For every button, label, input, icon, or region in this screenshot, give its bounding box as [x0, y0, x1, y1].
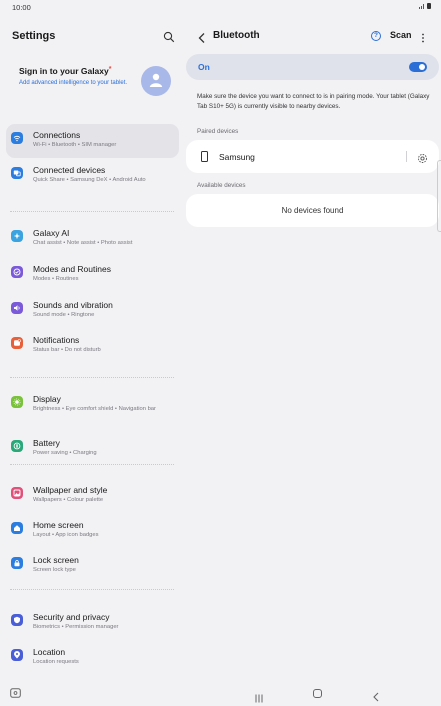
menu-item-subtitle: Modes • Routines: [33, 276, 79, 282]
settings-title: Settings: [12, 30, 56, 42]
lock-icon: [11, 557, 23, 569]
bluetooth-header: Bluetooth ? Scan: [185, 30, 441, 44]
back-arrow-icon[interactable]: [197, 31, 207, 43]
section-divider: [10, 589, 174, 590]
taskbar-apps-icon[interactable]: [10, 686, 21, 698]
location-pin-icon: [11, 649, 23, 661]
paired-devices-label: Paired devices: [197, 128, 239, 135]
menu-item-label: Lock screen: [33, 555, 79, 565]
empty-state: No devices found: [281, 206, 344, 215]
check-circle-icon: [11, 266, 23, 278]
connected-devices-icon: [11, 167, 23, 179]
scroll-handle[interactable]: [437, 160, 441, 232]
new-badge: *: [108, 66, 112, 73]
menu-item-connected-devices[interactable]: Connected devices Quick Share • Samsung D…: [6, 159, 179, 193]
status-bar: 10:00: [0, 0, 441, 14]
status-icons: [418, 3, 431, 9]
page-title: Bluetooth: [213, 30, 260, 41]
shield-icon: [11, 614, 23, 626]
menu-item-home-screen[interactable]: Home screen Layout • App icon badges: [6, 514, 179, 548]
scan-button[interactable]: Scan: [390, 30, 412, 40]
menu-item-security-and-privacy[interactable]: Security and privacy Biometrics • Permiss…: [6, 606, 179, 640]
pairing-info: Make sure the device you want to connect…: [197, 93, 430, 110]
battery-icon: [11, 440, 23, 452]
avatar[interactable]: [141, 66, 171, 96]
wifi-icon: [11, 132, 23, 144]
more-options-icon[interactable]: [419, 31, 427, 43]
menu-item-label: Modes and Routines: [33, 264, 111, 274]
menu-item-location[interactable]: Location Location requests: [6, 641, 179, 675]
available-devices-label: Available devices: [197, 182, 246, 189]
menu-item-subtitle: Brightness • Eye comfort shield • Naviga…: [33, 406, 156, 412]
device-name: Samsung: [219, 152, 255, 162]
menu-item-label: Location: [33, 647, 66, 657]
available-devices-card: No devices found: [186, 194, 439, 227]
menu-item-subtitle: Screen lock type: [33, 567, 76, 573]
menu-item-galaxy-ai[interactable]: Galaxy AI Chat assist • Note assist • Pho…: [6, 222, 179, 256]
recents-icon[interactable]: [254, 690, 264, 703]
menu-item-subtitle: Wi-Fi • Bluetooth • SIM manager: [33, 142, 117, 148]
section-divider: [10, 377, 174, 378]
back-nav-icon[interactable]: [372, 689, 380, 702]
menu-item-modes-and-routines[interactable]: Modes and Routines Modes • Routines: [6, 258, 179, 292]
bluetooth-toggle-row[interactable]: On: [186, 54, 439, 80]
menu-item-wallpaper-and-style[interactable]: Wallpaper and style Wallpapers • Colour p…: [6, 479, 179, 513]
menu-item-label: Connected devices: [33, 165, 106, 175]
menu-item-connections[interactable]: Connections Wi-Fi • Bluetooth • SIM manag…: [6, 124, 179, 158]
menu-item-notifications[interactable]: Notifications Status bar • Do not disturb: [6, 329, 179, 363]
menu-item-label: Display: [33, 394, 61, 404]
switch-knob: [419, 64, 425, 70]
tablet-icon: [201, 151, 208, 162]
menu-item-label: Battery: [33, 438, 60, 448]
section-divider: [10, 211, 174, 212]
bluetooth-switch[interactable]: [409, 62, 427, 72]
settings-header: Settings: [12, 30, 175, 44]
settings-pane: Settings Sign in to your Galaxy* Add adv…: [0, 14, 185, 682]
home-nav-icon[interactable]: [313, 689, 322, 698]
account-card[interactable]: Sign in to your Galaxy* Add advanced int…: [6, 60, 179, 110]
help-icon[interactable]: ?: [371, 31, 381, 41]
menu-item-subtitle: Power saving • Charging: [33, 450, 97, 456]
toggle-label: On: [198, 62, 210, 72]
sun-icon: [11, 396, 23, 408]
battery-status-icon: [427, 3, 431, 9]
notification-icon: [11, 337, 23, 349]
navigation-bar: [0, 682, 441, 706]
menu-item-label: Wallpaper and style: [33, 485, 108, 495]
menu-item-sounds-and-vibration[interactable]: Sounds and vibration Sound mode • Rington…: [6, 294, 179, 328]
status-time: 10:00: [12, 3, 31, 12]
menu-item-lock-screen[interactable]: Lock screen Screen lock type: [6, 549, 179, 583]
menu-item-subtitle: Biometrics • Permission manager: [33, 624, 119, 630]
menu-item-subtitle: Sound mode • Ringtone: [33, 312, 95, 318]
menu-item-label: Security and privacy: [33, 612, 110, 622]
menu-item-display[interactable]: Display Brightness • Eye comfort shield •…: [6, 388, 179, 422]
account-title: Sign in to your Galaxy*: [19, 66, 112, 76]
account-subtitle: Add advanced intelligence to your tablet…: [19, 80, 128, 86]
paired-device-row[interactable]: Samsung: [186, 140, 439, 173]
menu-item-subtitle: Status bar • Do not disturb: [33, 347, 101, 353]
menu-item-label: Galaxy AI: [33, 228, 70, 238]
menu-item-subtitle: Quick Share • Samsung DeX • Android Auto: [33, 177, 146, 183]
menu-item-subtitle: Layout • App icon badges: [33, 532, 99, 538]
divider: [406, 151, 407, 162]
signal-icon: [418, 4, 424, 9]
speaker-icon: [11, 302, 23, 314]
menu-item-label: Notifications: [33, 335, 80, 345]
search-icon[interactable]: [163, 30, 175, 43]
bluetooth-pane: Bluetooth ? Scan On Make sure the device…: [185, 14, 441, 682]
sparkle-icon: [11, 230, 23, 242]
menu-item-subtitle: Chat assist • Note assist • Photo assist: [33, 240, 133, 246]
menu-item-label: Connections: [33, 130, 81, 140]
menu-item-label: Sounds and vibration: [33, 300, 113, 310]
home-icon: [11, 522, 23, 534]
person-icon: [149, 73, 163, 87]
menu-item-subtitle: Wallpapers • Colour palette: [33, 497, 104, 503]
menu-item-subtitle: Location requests: [33, 659, 79, 665]
menu-item-label: Home screen: [33, 520, 84, 530]
menu-item-battery[interactable]: Battery Power saving • Charging: [6, 432, 179, 466]
gear-icon[interactable]: [417, 151, 428, 163]
wallpaper-icon: [11, 487, 23, 499]
